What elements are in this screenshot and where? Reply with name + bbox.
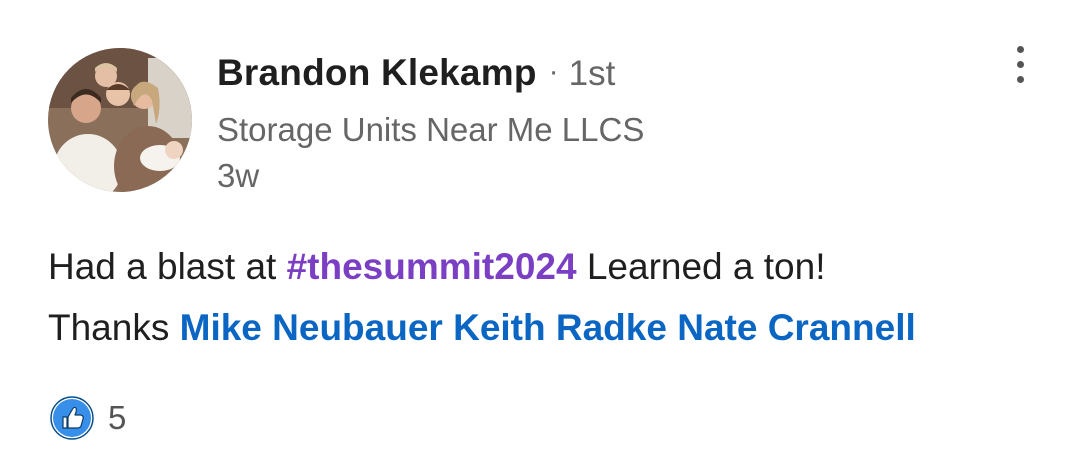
like-icon bbox=[50, 396, 94, 440]
post-timestamp: 3w bbox=[217, 157, 260, 194]
post-text-intro: Had a blast at bbox=[48, 246, 287, 287]
avatar-photo bbox=[48, 48, 192, 192]
menu-dot bbox=[1016, 45, 1024, 53]
post-text-continuation: Learned a ton! bbox=[576, 246, 826, 287]
post-body-line-1: Had a blast at #thesummit2024 Learned a … bbox=[48, 236, 1048, 297]
author-headline: Storage Units Near Me LLCS bbox=[217, 111, 645, 148]
post-text-thanks: Thanks bbox=[48, 307, 180, 348]
feed-post: Brandon Klekamp · 1st Storage Units Near… bbox=[0, 0, 1080, 463]
post-body: Had a blast at #thesummit2024 Learned a … bbox=[48, 236, 1048, 358]
reaction-count: 5 bbox=[108, 399, 127, 436]
mention-link[interactable]: Keith Radke bbox=[453, 307, 667, 348]
mention-link[interactable]: Nate Crannell bbox=[677, 307, 916, 348]
author-avatar[interactable] bbox=[48, 48, 192, 192]
author-name[interactable]: Brandon Klekamp bbox=[217, 52, 537, 94]
author-name-row: Brandon Klekamp · 1st bbox=[217, 52, 644, 96]
more-vertical-icon[interactable] bbox=[1000, 40, 1040, 88]
menu-dot bbox=[1016, 60, 1024, 68]
reactions-summary[interactable]: 5 bbox=[50, 396, 126, 440]
mention-link[interactable]: Mike Neubauer bbox=[180, 307, 443, 348]
post-body-line-2: Thanks Mike Neubauer Keith Radke Nate Cr… bbox=[48, 297, 1048, 358]
separator-dot: · bbox=[548, 55, 559, 88]
connection-degree: 1st bbox=[568, 54, 616, 93]
post-header: Brandon Klekamp · 1st Storage Units Near… bbox=[217, 52, 644, 196]
hashtag-link[interactable]: #thesummit2024 bbox=[287, 246, 577, 287]
menu-dot bbox=[1016, 75, 1024, 83]
